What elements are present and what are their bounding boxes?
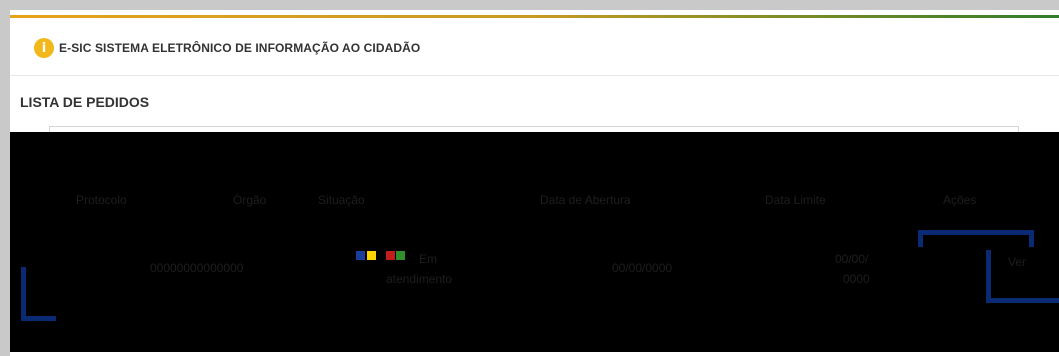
column-header-status[interactable]: Situação — [318, 193, 365, 207]
action-bracket-top — [918, 230, 1034, 235]
left-bracket-horizontal — [21, 316, 56, 321]
row-opening-date: 00/00/0000 — [612, 261, 673, 275]
bottom-strip — [10, 352, 1059, 356]
row-limit-date-line1: 00/00/ — [835, 252, 869, 266]
column-header-opening-date[interactable]: Data de Abertura — [540, 193, 631, 207]
status-icon-1 — [356, 251, 365, 260]
action-bracket-bottom — [986, 298, 1059, 303]
row-limit-date-line2: 0000 — [843, 272, 870, 286]
column-header-limit-date[interactable]: Data Limite — [765, 193, 826, 207]
status-icon-3 — [386, 251, 395, 260]
status-icon-4 — [396, 251, 405, 260]
info-icon: i — [34, 38, 54, 58]
column-header-actions[interactable]: Ações — [943, 193, 976, 207]
action-bracket-right — [1029, 230, 1034, 247]
row-status-line1: Em — [419, 252, 437, 266]
accent-bar — [10, 15, 1059, 18]
action-bracket-vertical — [986, 250, 991, 303]
row-status-line2: atendimento — [386, 272, 453, 286]
column-header-protocol[interactable]: Protocolo — [76, 193, 127, 207]
page-title: LISTA DE PEDIDOS — [20, 94, 150, 110]
status-icon-2 — [367, 251, 376, 260]
row-protocol[interactable]: 00000000000000 — [150, 261, 243, 275]
column-header-organ[interactable]: Órgão — [233, 193, 266, 207]
action-bracket-left — [918, 230, 923, 247]
table-area — [10, 132, 1059, 352]
app-title: E-SIC SISTEMA ELETRÔNICO DE INFORMAÇÃO A… — [59, 41, 421, 55]
left-bracket-vertical — [21, 267, 26, 321]
row-action-view[interactable]: Ver — [1008, 255, 1026, 269]
